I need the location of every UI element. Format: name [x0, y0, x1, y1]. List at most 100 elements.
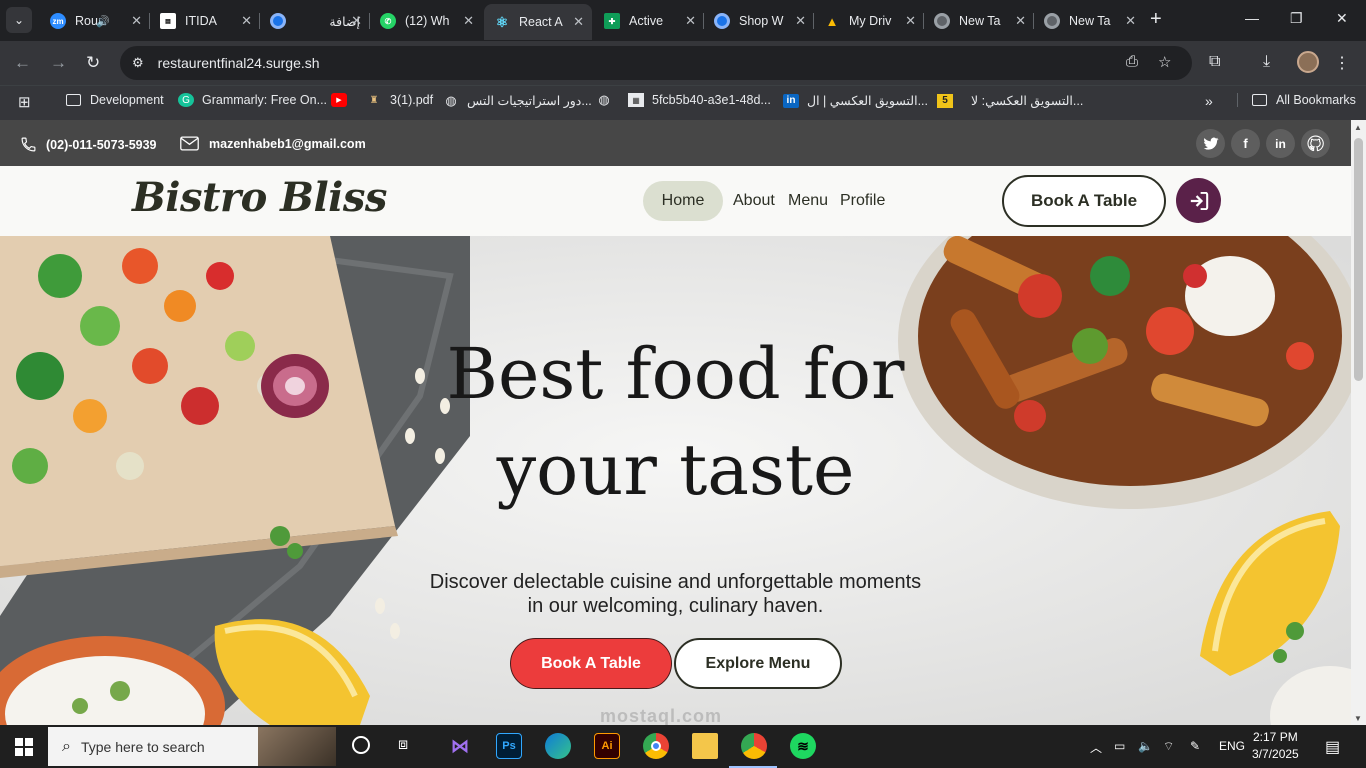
- minimize-icon[interactable]: —: [1245, 10, 1259, 26]
- five-icon: 5: [937, 93, 953, 108]
- file-explorer-icon[interactable]: [692, 733, 718, 759]
- battery-icon[interactable]: ▭: [1114, 739, 1125, 753]
- bookmark-star-icon[interactable]: ☆: [1158, 53, 1171, 71]
- site-logo[interactable]: Bistro Bliss: [132, 174, 387, 221]
- tab-active[interactable]: ✚ Active ✕: [594, 5, 704, 37]
- browser-chrome: ⌄ zm Rou 🔊 ✕ ▤ ITIDA ✕ إضافة ✕ ✆ (12) Wh…: [0, 0, 1366, 120]
- language-indicator[interactable]: ENG: [1219, 739, 1245, 753]
- install-app-icon[interactable]: ⎙: [1126, 53, 1138, 70]
- notifications-icon[interactable]: ▤: [1325, 737, 1340, 757]
- reload-icon[interactable]: ↻: [86, 53, 100, 73]
- download-icon[interactable]: ⤓: [1263, 53, 1270, 71]
- bookmark-arabic-1[interactable]: ◍ دور استراتيجيات التس...: [443, 93, 591, 109]
- new-tab-button[interactable]: +: [1150, 8, 1162, 31]
- bookmark-pdf[interactable]: ♜ 3(1).pdf: [366, 93, 434, 107]
- phone-contact[interactable]: (02)-011-5073-5939: [20, 136, 157, 153]
- spotify-icon[interactable]: ≋: [790, 733, 816, 759]
- bookmark-youtube[interactable]: ▶: [331, 93, 355, 107]
- tab-drive[interactable]: ▲ My Driv ✕: [814, 5, 924, 37]
- pdf-icon: ♜: [369, 94, 379, 106]
- visual-studio-icon[interactable]: ⋈: [447, 733, 473, 759]
- bookmark-five[interactable]: 5 التسويق العكسي: لا...: [937, 93, 1083, 108]
- close-tab-icon[interactable]: ✕: [573, 14, 584, 30]
- scroll-up-icon[interactable]: ▲: [1354, 123, 1362, 132]
- bookmark-hash-label[interactable]: ▦ 5fcb5b40-a3e1-48d...: [628, 93, 771, 107]
- hero-section: Best food for your taste Discover delect…: [0, 236, 1351, 725]
- bookmark-hash[interactable]: ◍: [596, 92, 620, 107]
- close-tab-icon[interactable]: ✕: [131, 13, 142, 29]
- site-info-icon[interactable]: ⚙: [132, 55, 144, 71]
- edge-icon[interactable]: [545, 733, 571, 759]
- tab-react-app[interactable]: ⚛ React A ✕: [484, 4, 592, 40]
- forward-icon[interactable]: →: [50, 53, 67, 73]
- tray-chevron-icon[interactable]: ︿: [1090, 739, 1102, 756]
- close-tab-icon[interactable]: ✕: [463, 13, 474, 29]
- pen-icon[interactable]: ✎: [1190, 739, 1200, 753]
- tab-whatsapp[interactable]: ✆ (12) Wh ✕: [370, 5, 482, 37]
- nav-profile[interactable]: Profile: [840, 181, 885, 221]
- nav-home[interactable]: Home: [643, 181, 723, 221]
- task-view-icon[interactable]: ⧈: [398, 736, 408, 754]
- explore-menu-button[interactable]: Explore Menu: [674, 638, 842, 689]
- profile-avatar[interactable]: [1297, 51, 1319, 73]
- tab-zoom[interactable]: zm Rou 🔊 ✕: [40, 5, 150, 37]
- address-bar[interactable]: ⚙ restaurentfinal24.surge.sh ⎙ ☆: [120, 46, 1192, 80]
- tab-search-button[interactable]: ⌄: [6, 7, 32, 33]
- apps-grid-icon[interactable]: ⊞: [18, 93, 31, 111]
- windows-start-icon[interactable]: [15, 738, 33, 761]
- whatsapp-icon: ✆: [380, 13, 396, 29]
- back-icon[interactable]: ←: [14, 53, 31, 73]
- tab-new-2[interactable]: New Ta ✕: [1034, 5, 1144, 37]
- book-table-hero-button[interactable]: Book A Table: [510, 638, 672, 689]
- windows-taskbar: ⌕ Type here to search ⧈ ⋈ Ps Ai ≋ ︿ ▭ 🔈 …: [0, 725, 1366, 768]
- cortana-icon[interactable]: [352, 736, 370, 754]
- tab-new-1[interactable]: New Ta ✕: [924, 5, 1034, 37]
- chrome-taskbar-icon[interactable]: [643, 733, 669, 759]
- twitter-icon[interactable]: [1196, 129, 1225, 158]
- nav-menu[interactable]: Menu: [788, 181, 828, 221]
- nav-about[interactable]: About: [733, 181, 775, 221]
- all-bookmarks[interactable]: All Bookmarks: [1237, 93, 1356, 107]
- chrome-icon: [1044, 13, 1060, 29]
- more-bookmarks-icon[interactable]: »: [1205, 93, 1213, 109]
- close-tab-icon[interactable]: ✕: [351, 13, 362, 29]
- login-button[interactable]: [1176, 178, 1221, 223]
- image-icon: ▦: [628, 93, 644, 107]
- close-tab-icon[interactable]: ✕: [685, 13, 696, 29]
- linkedin-icon[interactable]: in: [1266, 129, 1295, 158]
- menu-kebab-icon[interactable]: ⋮: [1334, 53, 1350, 73]
- book-table-header-button[interactable]: Book A Table: [1002, 175, 1166, 227]
- close-tab-icon[interactable]: ✕: [1125, 13, 1136, 29]
- taskbar-clock[interactable]: 2:17 PM 3/7/2025: [1252, 729, 1299, 763]
- restore-icon[interactable]: ❐: [1290, 10, 1303, 27]
- tab-itida[interactable]: ▤ ITIDA ✕: [150, 5, 260, 37]
- scroll-down-icon[interactable]: ▼: [1354, 714, 1362, 723]
- folder-icon: [66, 94, 81, 106]
- taskbar-search[interactable]: ⌕ Type here to search: [48, 727, 336, 766]
- volume-icon[interactable]: 🔈: [1138, 739, 1153, 753]
- tab-idafa[interactable]: إضافة ✕: [260, 5, 370, 37]
- extensions-icon[interactable]: ⧉: [1209, 53, 1220, 71]
- search-highlight-image: [258, 727, 336, 766]
- close-tab-icon[interactable]: ✕: [1015, 13, 1026, 29]
- react-icon: ⚛: [495, 13, 509, 30]
- illustrator-icon[interactable]: Ai: [594, 733, 620, 759]
- tab-shop[interactable]: Shop W ✕: [704, 5, 814, 37]
- close-tab-icon[interactable]: ✕: [905, 13, 916, 29]
- close-tab-icon[interactable]: ✕: [795, 13, 806, 29]
- close-tab-icon[interactable]: ✕: [241, 13, 252, 29]
- photoshop-icon[interactable]: Ps: [496, 733, 522, 759]
- folder-icon: [1252, 94, 1267, 106]
- network-icon[interactable]: ⌔: [1163, 739, 1174, 754]
- bookmark-folder-development[interactable]: Development: [66, 93, 164, 107]
- page-scrollbar[interactable]: ▲ ▼: [1351, 120, 1366, 725]
- bookmark-grammarly[interactable]: G Grammarly: Free On...: [178, 93, 327, 107]
- github-icon[interactable]: [1301, 129, 1330, 158]
- facebook-icon[interactable]: f: [1231, 129, 1260, 158]
- email-contact[interactable]: mazenhabeb1@gmail.com: [180, 136, 366, 151]
- scrollbar-thumb[interactable]: [1354, 138, 1363, 381]
- close-window-icon[interactable]: ✕: [1336, 10, 1348, 27]
- bookmark-linkedin[interactable]: in التسويق العكسي | ال...: [783, 93, 928, 108]
- mail-icon: [180, 136, 199, 151]
- chrome-profile-icon[interactable]: [741, 733, 767, 759]
